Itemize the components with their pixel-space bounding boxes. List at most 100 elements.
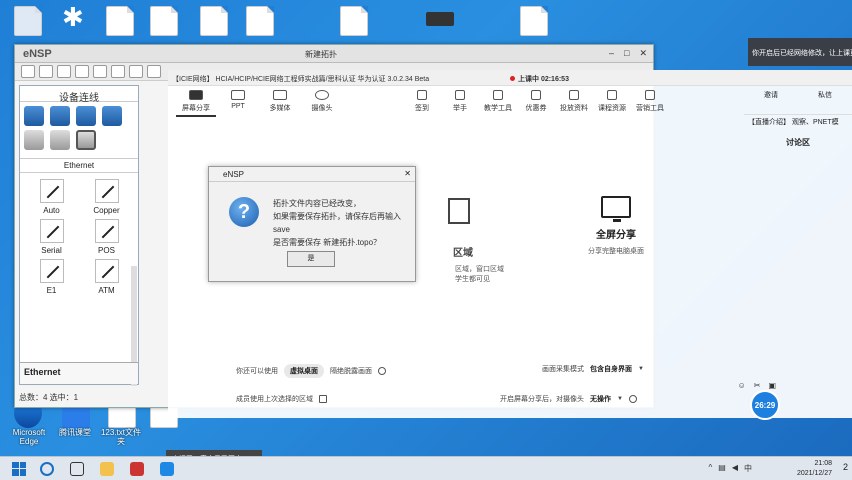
auto-cable-icon	[39, 179, 64, 203]
cable-serial[interactable]: Serial	[24, 219, 79, 255]
chevron-up-icon[interactable]: ^	[709, 463, 713, 474]
tool-teaching[interactable]: 教学工具	[480, 90, 516, 113]
tool-multimedia[interactable]: 多媒体	[260, 90, 300, 117]
dialog-titlebar[interactable]: eNSP ✕	[209, 167, 415, 182]
chevron-down-icon[interactable]: ▼	[638, 366, 644, 372]
minimize-icon[interactable]: –	[609, 48, 614, 59]
new-file-icon[interactable]	[21, 65, 35, 78]
chevron-down-icon[interactable]: ▼	[617, 396, 623, 402]
scissors-icon[interactable]: ✂	[754, 381, 761, 390]
camera-action-select[interactable]: 无操作	[590, 394, 611, 404]
close-icon[interactable]: ✕	[404, 169, 411, 178]
message-button[interactable]: 私信	[818, 90, 832, 100]
smile-icon[interactable]: ☺	[738, 381, 746, 390]
virtual-desktop-row: 你还可以使用 虚拟桌面 隔绝脱露画面	[236, 364, 386, 378]
device-panel: 设备连线 Ethernet Auto Copper Serial POS E1 …	[19, 85, 139, 386]
invite-button[interactable]: 邀请	[764, 90, 778, 100]
wlan-device-icon[interactable]	[76, 106, 96, 126]
ime-indicator[interactable]: 中	[744, 463, 752, 474]
ensp-taskbar-icon[interactable]	[126, 458, 148, 480]
region-share-desc: 区域，窗口区域	[455, 266, 504, 273]
ensp-logo: eNSP	[23, 48, 52, 60]
maximize-icon[interactable]: □	[624, 48, 629, 59]
redo-icon[interactable]	[147, 65, 161, 78]
file-icon[interactable]	[520, 6, 548, 36]
tool-raise-hand[interactable]: 举手	[442, 90, 478, 113]
task-view-icon[interactable]	[66, 458, 88, 480]
tool-resources[interactable]: 课程资源	[594, 90, 630, 113]
windows-start-icon[interactable]	[12, 461, 26, 476]
folder-label: 123.txt文件夹	[100, 428, 141, 446]
clock[interactable]: 21:08 2021/12/27	[797, 459, 832, 479]
question-icon: ?	[229, 197, 259, 227]
open-icon[interactable]	[57, 65, 71, 78]
tool-camera[interactable]: 摄像头	[302, 90, 342, 117]
full-screen-share[interactable]: 全屏分享 分享完整电脑桌面	[566, 196, 666, 256]
tool-checkin[interactable]: 签到	[404, 90, 440, 113]
yes-button[interactable]: 是	[287, 251, 335, 267]
tool-ppt[interactable]: PPT	[218, 90, 258, 117]
dialog-message: 拓扑文件内容已经改变， 如果需要保存拓扑，请保存后再输入save 是否需要保存 …	[273, 199, 401, 247]
switch-device-icon[interactable]	[50, 106, 70, 126]
tool-marketing[interactable]: 营销工具	[632, 90, 668, 113]
tool-screen-share[interactable]: 屏幕分享	[176, 90, 216, 117]
virtual-desktop-button[interactable]: 虚拟桌面	[284, 364, 324, 378]
cable-device-icon[interactable]	[76, 130, 96, 150]
monitor-icon	[601, 196, 631, 222]
firewall-device-icon[interactable]	[102, 106, 122, 126]
full-share-title: 全屏分享	[596, 230, 636, 241]
serial-cable-icon	[39, 219, 64, 243]
router-icon[interactable]	[426, 12, 454, 26]
notification-toast[interactable]: 你开启后已经网络修改，让上课更好	[748, 38, 852, 66]
file-icon[interactable]	[200, 6, 228, 36]
save-as-icon[interactable]	[93, 65, 107, 78]
e1-cable-icon	[39, 259, 64, 283]
save-icon[interactable]	[75, 65, 89, 78]
volume-icon[interactable]: ◀	[732, 463, 738, 474]
file-icon[interactable]	[106, 6, 134, 36]
new-topology-icon[interactable]	[39, 65, 53, 78]
pc-device-icon[interactable]	[24, 130, 44, 150]
file-icon[interactable]	[340, 6, 368, 36]
info-icon[interactable]	[378, 367, 386, 375]
file-explorer-icon[interactable]	[96, 458, 118, 480]
tool-coupon[interactable]: 优惠券	[518, 90, 554, 113]
checkin-icon	[417, 90, 427, 100]
teaching-tools-icon	[493, 90, 503, 100]
network-icon[interactable]: ▤	[718, 463, 726, 474]
file-icon[interactable]	[246, 6, 274, 36]
coupon-icon	[531, 90, 541, 100]
file-icon[interactable]	[150, 6, 178, 36]
checkbox-icon[interactable]	[319, 395, 327, 403]
image-icon[interactable]: ▣	[768, 381, 776, 390]
print-icon[interactable]	[111, 65, 125, 78]
cable-atm[interactable]: ATM	[79, 259, 134, 295]
region-share-icon[interactable]	[448, 198, 470, 224]
capture-mode-select[interactable]: 包含自身界面	[590, 364, 632, 374]
camera-action-row: 开启屏幕分享后，对摄像头 无操作 ▼	[500, 394, 637, 404]
ensp-titlebar[interactable]: eNSP 新建拓扑 – □ ✕	[15, 45, 653, 63]
cable-e1[interactable]: E1	[24, 259, 79, 295]
undo-icon[interactable]	[129, 65, 143, 78]
ensp-doc-title: 新建拓扑	[305, 50, 337, 59]
star-app-icon[interactable]: ✱	[58, 2, 86, 36]
panel-title: 设备连线	[20, 86, 138, 104]
info-icon[interactable]	[628, 395, 637, 403]
classroom-taskbar-icon[interactable]	[156, 458, 178, 480]
notification-center-icon[interactable]: 2	[843, 462, 848, 472]
discussion-title: 讨论区	[786, 138, 810, 147]
computer-icon[interactable]	[14, 6, 42, 36]
avatar[interactable]: 26:29	[750, 390, 780, 420]
router-device-icon[interactable]	[24, 106, 44, 126]
cable-auto[interactable]: Auto	[24, 179, 79, 215]
copper-cable-icon	[94, 179, 119, 203]
region-share-title[interactable]: 区域	[453, 244, 473, 259]
cloud-device-icon[interactable]	[50, 130, 70, 150]
cortana-icon[interactable]	[36, 458, 58, 480]
tool-materials[interactable]: 投放资料	[556, 90, 592, 113]
live-intro-tab[interactable]: 【直播介绍】 观察、PNET模	[744, 114, 852, 129]
footer-category: Ethernet	[20, 362, 138, 384]
cable-copper[interactable]: Copper	[79, 179, 134, 215]
cable-pos[interactable]: POS	[79, 219, 134, 255]
close-icon[interactable]: ✕	[639, 48, 647, 59]
